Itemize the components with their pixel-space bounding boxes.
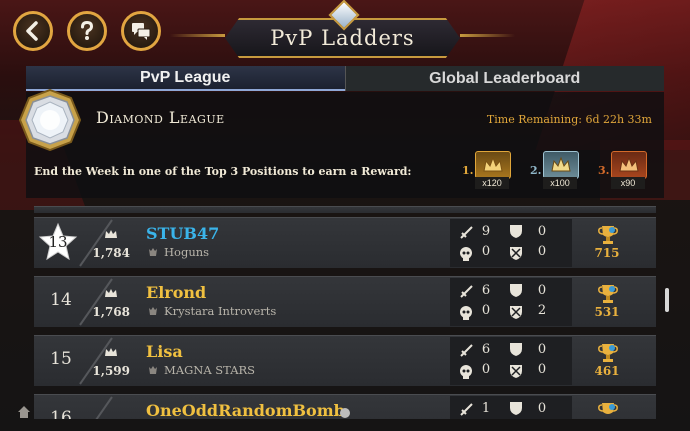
player-name[interactable]: Elrond [146,283,206,302]
help-button[interactable] [67,11,107,51]
tab-global-leaderboard[interactable]: Global Leaderboard [344,66,664,91]
wins-value: 6 [481,283,491,298]
reward-count: x100 [543,177,577,189]
shield-icon [510,284,522,297]
reward-rank: 2. [530,164,542,177]
page-indicator-dot [340,408,350,418]
rank-number: 16 [50,408,72,419]
diamond-league-emblem-icon [19,89,81,151]
defense-wins-value: 0 [537,401,547,416]
defense-losses-value: 0 [537,362,547,377]
battle-stats: 6 0 0 2 [450,278,572,326]
wins-value: 6 [481,342,491,357]
trophy-icon [598,403,618,414]
scrollbar-thumb[interactable] [665,288,669,312]
chat-bubbles-icon [132,23,151,40]
broken-shield-icon [510,365,522,378]
title-ornament [460,34,515,37]
divider-slash [79,337,113,385]
defense-wins-value: 0 [537,224,547,239]
guild-name: MAGNA STARS [164,363,256,377]
defense-losses-value: 0 [537,244,547,259]
defense-losses-value: 2 [537,303,547,318]
wins-value: 9 [481,224,491,239]
guild-name: Krystara Introverts [164,304,277,318]
skull-icon [460,306,472,320]
leaderboard-list[interactable]: 13 1,784 STUB47 Hoguns 9 0 0 0 715 14 1,… [34,206,656,419]
table-row [34,206,656,213]
sword-icon [460,344,473,357]
sword-icon [460,285,473,298]
tab-pvp-league[interactable]: PvP League [26,66,345,91]
home-icon[interactable] [17,405,31,419]
reward-rank: 3. [598,164,610,177]
losses-value: 0 [481,362,491,377]
reward-instructions: End the Week in one of the Top 3 Positio… [34,165,412,178]
shield-icon [510,402,522,415]
player-rating: 1,768 [92,305,130,319]
back-button[interactable] [13,11,53,51]
trophy-count: 715 [594,246,620,260]
guild-icon [149,366,157,374]
trophy-icon [598,285,618,303]
skull-icon [460,247,472,261]
divider-slash [79,278,113,326]
shield-icon [510,343,522,356]
broken-shield-icon [510,247,522,260]
table-row[interactable]: 15 1,599 Lisa MAGNA STARS 6 0 0 0 461 [34,335,656,386]
broken-shield-icon [510,306,522,319]
player-rating: 1,784 [92,246,130,260]
guild-icon [149,307,157,315]
battle-stats: 9 0 0 0 [450,219,572,267]
back-arrow-icon [26,21,38,41]
shield-icon [510,225,522,238]
trophy-icon [598,226,618,244]
battle-stats: 6 0 0 0 [450,337,572,385]
trophy-count: 461 [594,364,620,378]
tab-bar: PvP League Global Leaderboard [26,66,664,91]
sword-icon [460,226,473,239]
battle-stats: 1 0 [450,396,572,419]
title-plaque: PvP Ladders [170,0,515,58]
player-rating: 1,599 [92,364,130,378]
reward-count: x120 [475,177,509,189]
reward-count: x90 [611,177,645,189]
crown-reward-icon [543,151,579,179]
guild-name: Hoguns [164,245,210,259]
crown-icon [105,230,117,238]
losses-value: 0 [481,303,491,318]
league-name: Diamond League [96,108,225,127]
guild-icon [149,248,157,256]
time-remaining: Time Remaining: 6d 22h 33m [486,113,652,126]
crown-reward-icon [611,151,647,179]
wins-value: 1 [481,401,491,416]
question-mark-icon [81,20,94,40]
player-name[interactable]: STUB47 [146,224,219,243]
sword-icon [460,403,473,416]
trophy-icon [598,344,618,362]
rank-number: 14 [50,290,72,310]
crown-icon [105,348,117,356]
defense-wins-value: 0 [537,283,547,298]
player-name[interactable]: OneOddRandomBomb [146,401,345,419]
defense-wins-value: 0 [537,342,547,357]
divider-slash [95,396,113,419]
losses-value: 0 [481,244,491,259]
title-ornament [170,34,225,37]
rank-number: 13 [48,233,68,251]
reward-rank: 1. [462,164,474,177]
table-row[interactable]: 13 1,784 STUB47 Hoguns 9 0 0 0 715 [34,217,656,268]
rank-number: 15 [50,349,72,369]
trophy-count: 531 [594,305,620,319]
player-name[interactable]: Lisa [146,342,183,361]
skull-icon [460,365,472,379]
crown-reward-icon [475,151,511,179]
crown-icon [105,289,117,297]
table-row[interactable]: 14 1,768 Elrond Krystara Introverts 6 0 … [34,276,656,327]
chat-button[interactable] [121,11,161,51]
divider-slash [79,219,113,267]
